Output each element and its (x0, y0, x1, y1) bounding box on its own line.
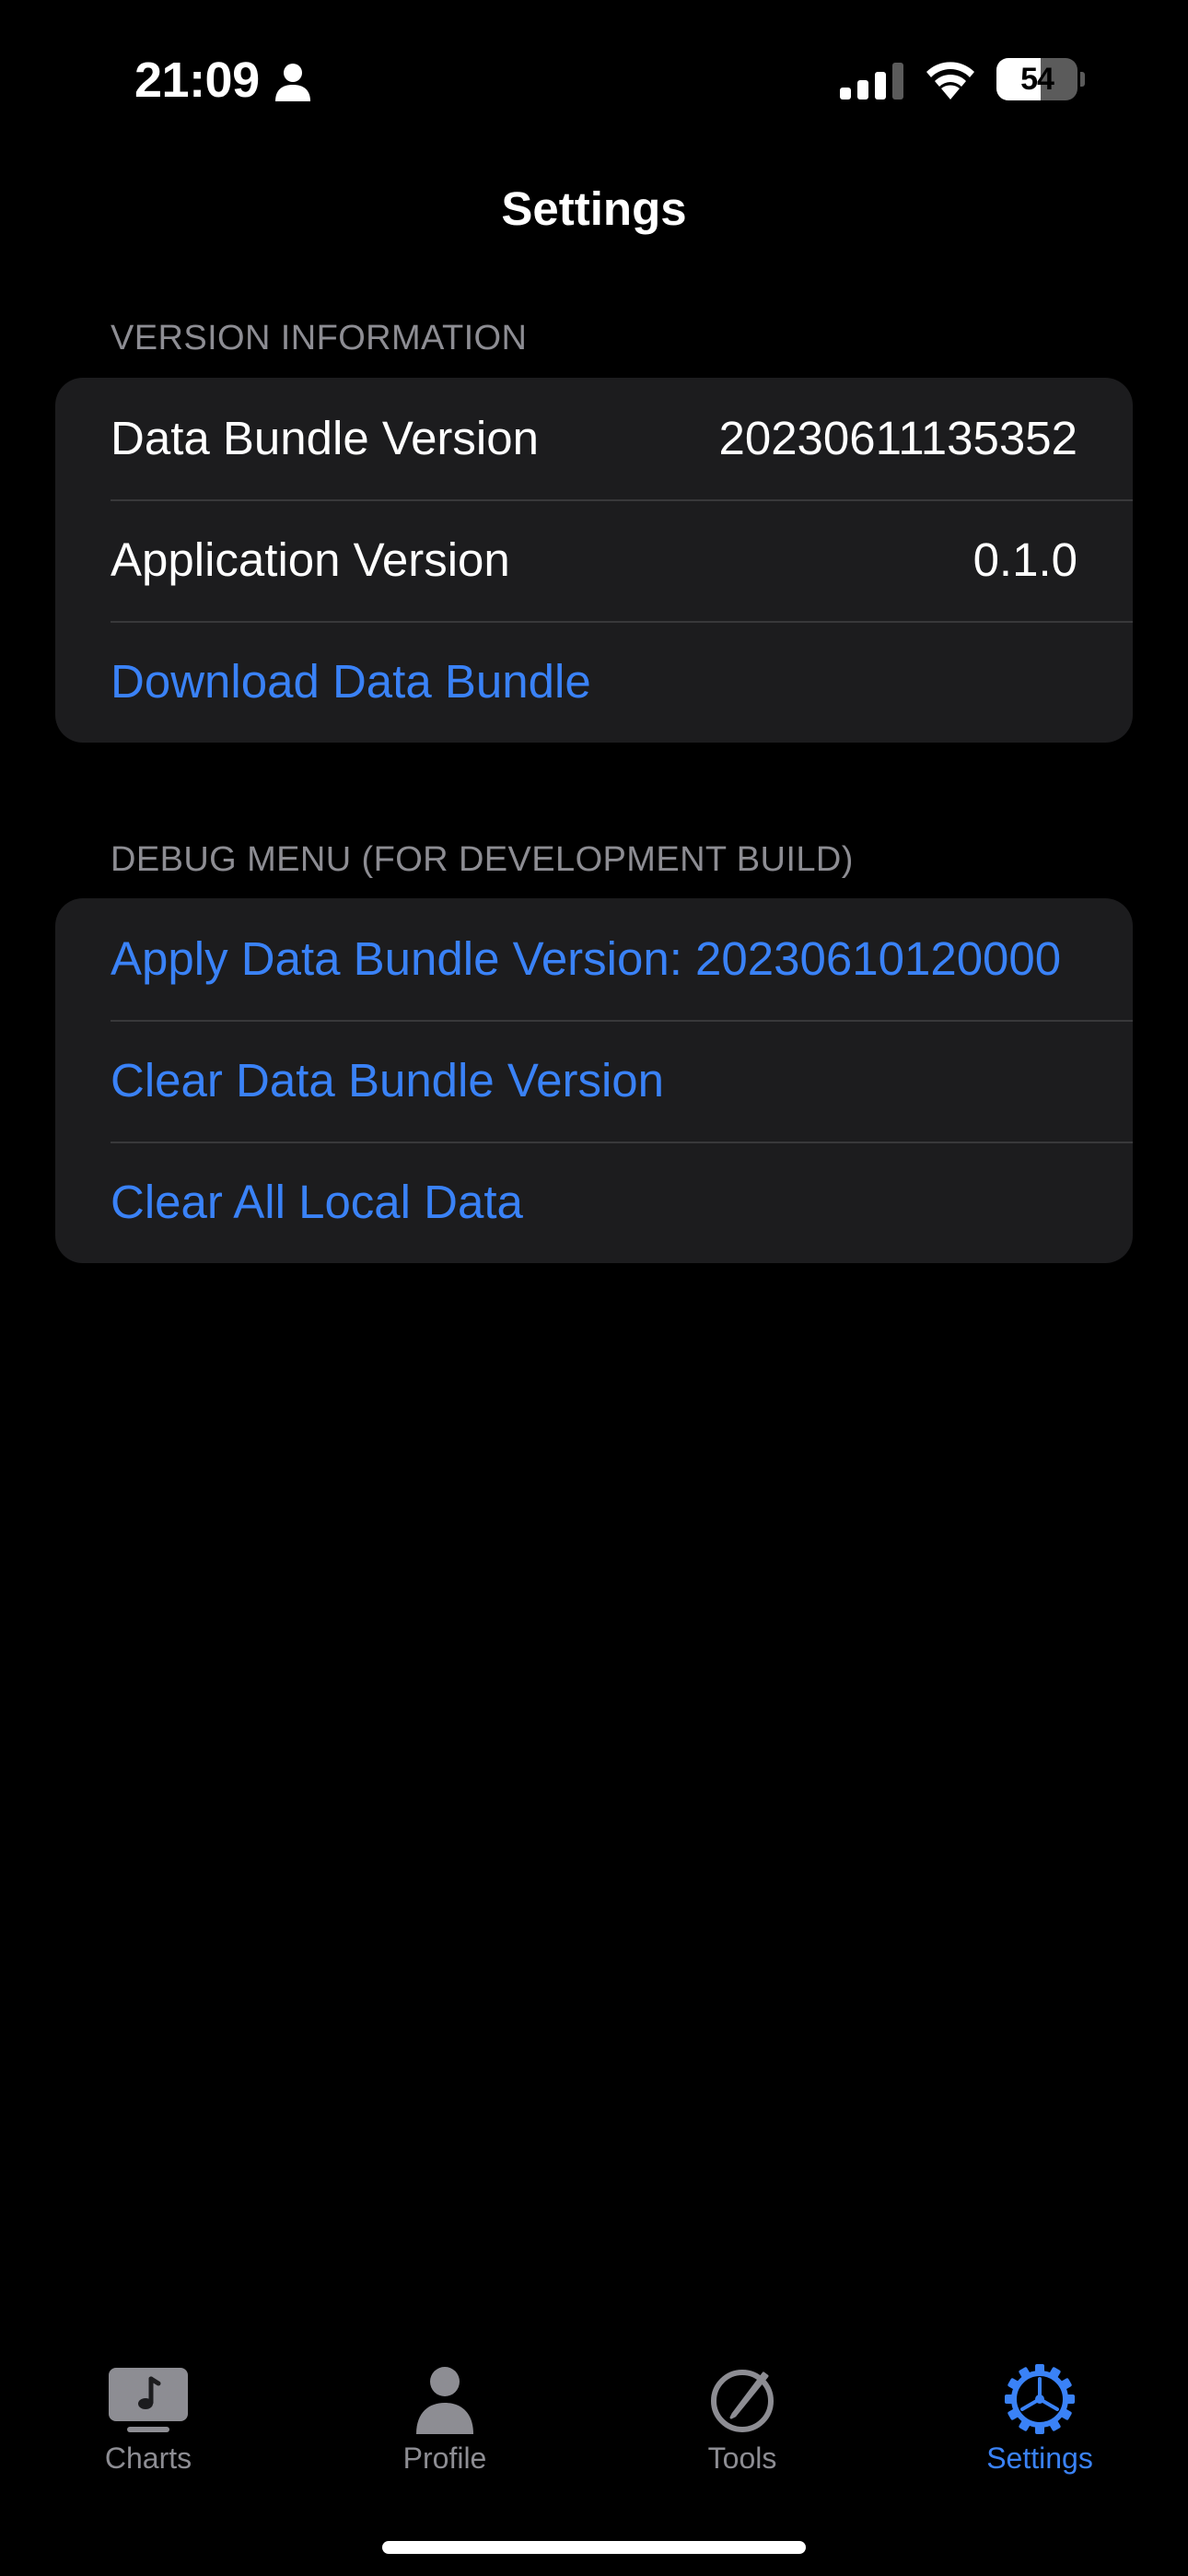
download-data-bundle-button[interactable]: Download Data Bundle (111, 654, 591, 709)
application-version-label: Application Version (111, 533, 510, 586)
tab-profile-label: Profile (402, 2441, 487, 2475)
data-bundle-version-value: 20230611135352 (718, 412, 1077, 464)
version-info-group: Data Bundle Version 20230611135352 Appli… (55, 378, 1133, 743)
status-bar: 21:09 54 (0, 0, 1188, 157)
application-version-row: Application Version 0.1.0 (55, 499, 1133, 621)
music-note-tv-icon (109, 2368, 188, 2432)
pencil-circle-icon (711, 2370, 774, 2432)
tab-tools[interactable]: Tools (594, 2340, 891, 2488)
apply-data-bundle-row[interactable]: Apply Data Bundle Version: 2023061012000… (55, 898, 1133, 1020)
download-data-bundle-row[interactable]: Download Data Bundle (55, 621, 1133, 743)
tab-settings[interactable]: Settings (891, 2340, 1188, 2488)
clear-data-bundle-version-button[interactable]: Clear Data Bundle Version (111, 1053, 664, 1108)
clear-data-bundle-row[interactable]: Clear Data Bundle Version (55, 1020, 1133, 1142)
tab-settings-label: Settings (986, 2441, 1093, 2475)
battery-indicator: 54 (996, 58, 1085, 100)
application-version-value: 0.1.0 (973, 533, 1077, 586)
tab-charts-label: Charts (104, 2441, 192, 2475)
tab-profile[interactable]: Profile (297, 2340, 593, 2488)
home-indicator[interactable] (382, 2541, 806, 2554)
gear-icon (1005, 2364, 1075, 2434)
tab-bar: Charts Profile Tools Settings (0, 2340, 1188, 2488)
wifi-icon (926, 62, 974, 100)
status-time: 21:09 (134, 53, 260, 108)
data-bundle-version-label: Data Bundle Version (111, 412, 539, 464)
person-icon (416, 2367, 473, 2434)
tab-tools-label: Tools (707, 2441, 777, 2475)
debug-menu-group: Apply Data Bundle Version: 2023061012000… (55, 898, 1133, 1263)
person-icon (275, 64, 310, 101)
section-header-version: VERSION INFORMATION (111, 319, 528, 357)
page-title: Settings (501, 182, 687, 235)
cellular-signal-icon (840, 63, 903, 100)
clear-local-data-row[interactable]: Clear All Local Data (55, 1142, 1133, 1263)
clear-all-local-data-button[interactable]: Clear All Local Data (111, 1175, 523, 1230)
section-header-debug: DEBUG MENU (FOR DEVELOPMENT BUILD) (111, 840, 854, 879)
battery-percent: 54 (1020, 62, 1054, 97)
apply-data-bundle-version-button[interactable]: Apply Data Bundle Version: 2023061012000… (111, 931, 1061, 987)
tab-charts[interactable]: Charts (0, 2340, 297, 2488)
data-bundle-version-row: Data Bundle Version 20230611135352 (55, 378, 1133, 499)
